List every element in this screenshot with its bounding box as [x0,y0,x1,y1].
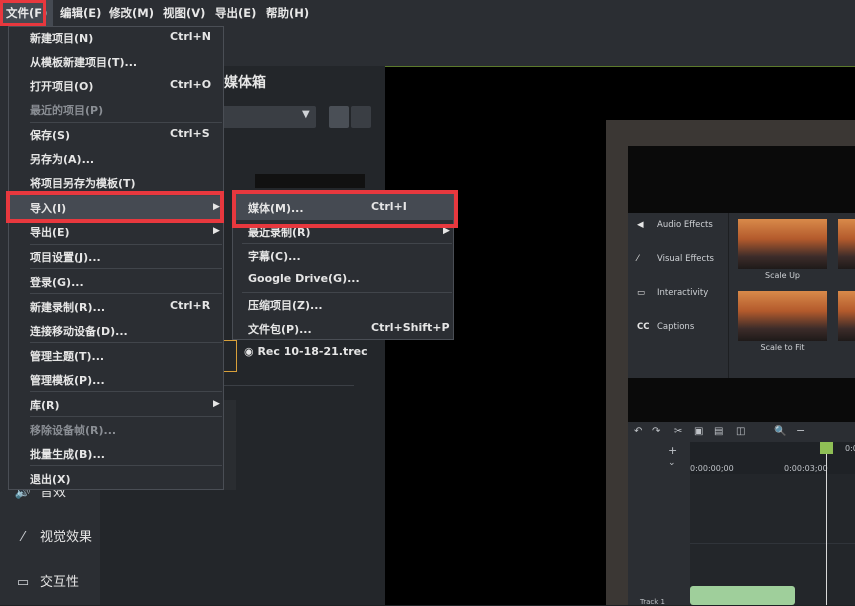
timecode: 0:00:00;00 [690,464,734,473]
shortcut: Ctrl+S [170,127,210,140]
submenu-item-google-drive[interactable]: Google Drive(G)... [248,272,360,285]
submenu-arrow-icon: ▶ [213,226,220,236]
magic-wand-icon: ⁄ [637,254,639,264]
record-icon: ◉ [244,345,258,358]
menu-item-save[interactable]: 保存(S) [30,127,70,143]
recorded-visual-effects: ⁄ Visual Effects [637,254,714,264]
timeline-clip [690,586,795,605]
sort-button[interactable] [351,106,371,128]
copy-icon: ▣ [694,426,704,437]
tool-interactivity[interactable]: ▭ 交互性 [12,568,79,598]
shortcut: Ctrl+R [170,299,211,312]
menu-modify[interactable]: 修改(M) [103,0,160,26]
recorded-interactivity: ▭ Interactivity [637,288,709,298]
menu-separator [242,243,452,244]
menu-item-sign-in[interactable]: 登录(G)... [30,274,84,290]
menu-item-project-settings[interactable]: 项目设置(J)... [30,249,101,265]
redo-icon: ↷ [652,426,661,437]
menu-view[interactable]: 视图(V) [157,0,211,26]
menu-item-manage-themes[interactable]: 管理主题(T)... [30,348,104,364]
magic-wand-icon: ⁄ [21,530,25,545]
view-mode-button[interactable] [329,106,349,128]
menu-edit[interactable]: 编辑(E) [54,0,107,26]
shortcut: Ctrl+N [170,30,211,43]
media-bin-title: 媒体箱 [224,75,266,91]
menu-item-manage-templates[interactable]: 管理模板(P)... [30,372,105,388]
thumbnail-caption: Scale Up [765,271,800,280]
divider [224,385,354,386]
add-track-icon: + [668,444,678,457]
zoom-icon: 🔍 [774,426,787,437]
shortcut: Ctrl+O [170,78,212,91]
menu-item-new-project[interactable]: 新建项目(N) [30,30,93,46]
menu-item-new-from-template[interactable]: 从模板新建项目(T)... [30,54,137,70]
paste-icon: ▤ [714,426,724,437]
chevron-down-icon: ▼ [302,109,310,120]
menu-separator [30,342,222,343]
interactivity-icon: ▭ [16,575,30,590]
thumbnail-partial [838,291,855,341]
cut-icon: ✂ [674,426,683,437]
divider [690,543,855,544]
media-thumbnail[interactable] [255,174,365,188]
submenu-item-package[interactable]: 文件包(P)... [248,321,312,337]
menu-separator [242,292,452,293]
playhead [826,442,827,605]
menu-item-open-project[interactable]: 打开项目(O) [30,78,93,94]
timecode: 0:00:03;00 [784,464,828,473]
recorded-audio-effects: ◀ Audio Effects [637,220,713,230]
submenu-item-captions[interactable]: 字幕(C)... [248,248,301,264]
thumbnail-partial [838,219,855,269]
tool-visual-effects[interactable]: ⁄ 视觉效果 [12,523,92,553]
menu-item-remove-device-frame: 移除设备帧(R)... [30,424,117,437]
menu-separator [30,268,222,269]
menu-item-recent-projects: 最近的项目(P) [30,104,104,117]
speaker-icon: ◀ [637,220,644,230]
menu-item-exit[interactable]: 退出(X) [30,471,71,487]
tool-label: 交互性 [40,575,80,590]
thumbnail-scale-to-fit [738,291,827,341]
chevron-down-icon: ⌄ [668,458,676,468]
submenu-item-zip-project[interactable]: 压缩项目(Z)... [248,297,323,313]
menu-item-export[interactable]: 导出(E) [30,224,70,240]
menu-export[interactable]: 导出(E) [209,0,262,26]
thumbnail-scale-up [738,219,827,269]
recording-label[interactable]: ◉ Rec 10-18-21.trec [244,345,368,358]
menu-item-batch-production[interactable]: 批量生成(B)... [30,446,105,462]
menu-separator [30,122,222,123]
submenu-arrow-icon: ▶ [213,399,220,409]
selected-media-frame [224,340,237,372]
menu-separator [30,293,222,294]
undo-icon: ↶ [634,426,643,437]
menu-item-save-as[interactable]: 另存为(A)... [30,151,94,167]
menu-separator [30,465,222,466]
import-highlight-box [6,191,224,223]
thumbnail-caption: Scale to Fit [760,343,805,352]
timecode: 0:0 [845,444,855,453]
menu-separator [30,391,222,392]
cc-icon: CC [637,322,650,332]
split-icon: ◫ [736,426,746,437]
menu-item-new-recording[interactable]: 新建录制(R)... [30,299,105,315]
media-highlight-box [232,190,458,228]
file-menu-highlight-box [0,0,46,26]
shortcut: Ctrl+Shift+P [371,321,450,334]
zoom-out-icon: − [796,424,806,437]
media-bin-area [224,400,236,490]
interactivity-icon: ▭ [637,288,646,298]
menu-help[interactable]: 帮助(H) [260,0,315,26]
recorded-captions: CC Captions [637,322,695,332]
menu-item-save-as-template[interactable]: 将项目另存为模板(T) [30,175,136,191]
menu-item-library[interactable]: 库(R) [30,397,60,413]
tool-label: 视觉效果 [40,530,93,545]
menu-separator [30,244,222,245]
menubar: 文件(F) 编辑(E) 修改(M) 视图(V) 导出(E) 帮助(H) [0,0,855,26]
recorded-timeline-toolbar: ↶ ↷ ✂ ▣ ▤ ◫ 🔍 − [628,422,855,442]
playhead-handle [820,442,833,454]
menu-item-connect-mobile[interactable]: 连接移动设备(D)... [30,323,128,339]
menu-separator [30,416,222,417]
